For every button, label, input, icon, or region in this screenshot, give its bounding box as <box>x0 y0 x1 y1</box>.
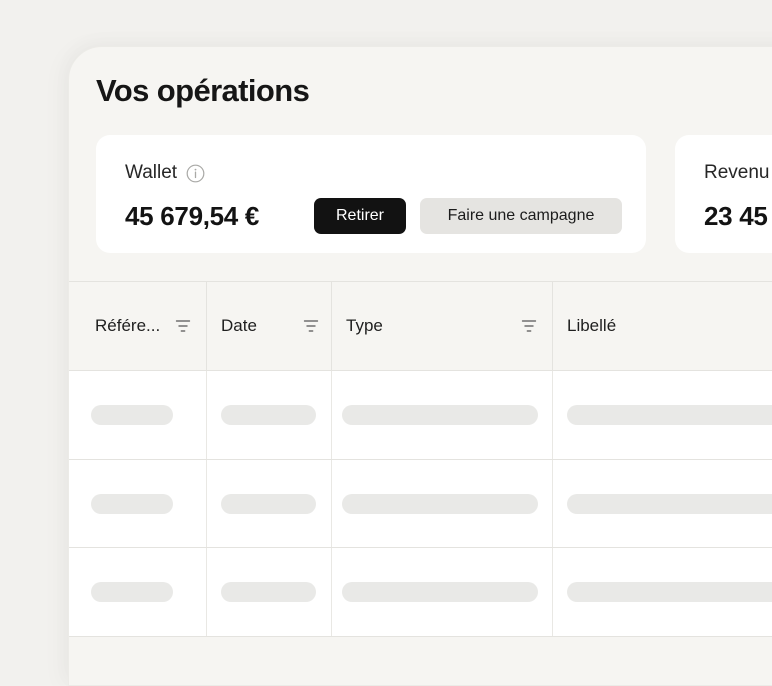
loading-skeleton <box>567 493 772 514</box>
table-body <box>69 371 772 637</box>
table-row <box>69 371 772 460</box>
loading-skeleton <box>221 405 316 425</box>
table-cell <box>69 548 207 636</box>
table-cell <box>207 459 332 547</box>
table-cell <box>69 459 207 547</box>
column-type[interactable]: Type <box>332 282 553 370</box>
column-libelle[interactable]: Libellé <box>553 282 772 370</box>
table-cell <box>332 459 553 547</box>
loading-skeleton <box>567 582 772 602</box>
table-header: Référe... Date Type Libellé <box>69 282 772 371</box>
column-label: Référe... <box>95 316 161 335</box>
table-cell <box>332 371 553 459</box>
table-cell <box>553 371 772 459</box>
page-title: Vos opérations <box>96 73 310 108</box>
wallet-label: Wallet <box>125 162 178 183</box>
loading-skeleton <box>91 582 173 602</box>
revenue-amount: 23 45 <box>704 201 768 231</box>
table-cell <box>207 548 332 636</box>
filter-icon[interactable] <box>175 318 191 332</box>
column-label: Type <box>346 316 383 335</box>
withdraw-button[interactable]: Retirer <box>314 198 406 234</box>
column-date[interactable]: Date <box>207 282 332 370</box>
wallet-card: Wallet 45 679,54 € Retirer Faire une cam… <box>96 135 646 253</box>
filter-icon[interactable] <box>303 318 319 332</box>
loading-skeleton <box>221 493 316 514</box>
loading-skeleton <box>342 405 538 425</box>
loading-skeleton <box>91 405 173 425</box>
table-row <box>69 548 772 637</box>
campaign-button[interactable]: Faire une campagne <box>420 198 622 234</box>
table-cell <box>69 371 207 459</box>
revenue-card: Revenu 23 45 <box>675 135 772 253</box>
wallet-label-row: Wallet <box>125 162 205 184</box>
table-cell <box>553 460 772 548</box>
table-cell <box>207 371 332 459</box>
table-cell <box>553 548 772 636</box>
column-label: Libellé <box>567 316 617 335</box>
loading-skeleton <box>221 582 316 602</box>
filter-icon[interactable] <box>521 318 537 332</box>
info-icon[interactable] <box>186 164 205 183</box>
loading-skeleton <box>342 582 538 602</box>
operations-panel: Vos opérations Wallet 45 679,54 € Retire… <box>68 46 772 686</box>
column-reference[interactable]: Référe... <box>69 282 207 370</box>
loading-skeleton <box>91 493 173 514</box>
table-cell <box>332 548 553 636</box>
revenue-label: Revenu <box>704 162 770 183</box>
wallet-amount: 45 679,54 € <box>125 201 260 231</box>
table-row <box>69 459 772 548</box>
loading-skeleton <box>342 493 538 514</box>
loading-skeleton <box>567 405 772 425</box>
operations-table: Référe... Date Type Libellé <box>69 281 772 637</box>
column-label: Date <box>221 316 257 335</box>
